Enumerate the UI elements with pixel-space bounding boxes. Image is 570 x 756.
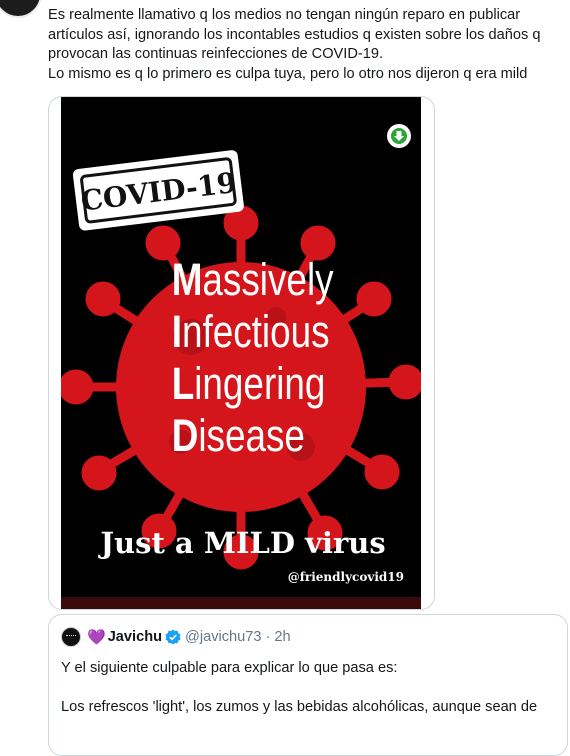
quoted-tweet-time[interactable]: 2h (274, 629, 290, 645)
separator-dot: · (265, 629, 271, 645)
quoted-author-name[interactable]: Javichu (108, 629, 162, 645)
headline-initial: L (172, 359, 195, 409)
download-arrow-icon[interactable] (387, 124, 411, 148)
quoted-author-avatar[interactable] (61, 627, 81, 647)
tweet-text: Es realmente llamativo q los medios no t… (48, 6, 558, 84)
quoted-author-handle[interactable]: @javichu73 (185, 629, 261, 645)
headline-initial: M (172, 255, 203, 305)
tweet-line: Lo mismo es q lo primero es culpa tuya, … (48, 65, 528, 82)
tweet-line: provocan las continuas reinfecciones de … (48, 46, 384, 62)
poster-tagline: Just a MILD virus (97, 526, 385, 560)
author-avatar[interactable] (0, 0, 42, 18)
quoted-tweet-text: Y el siguiente culpable para explicar lo… (61, 659, 556, 737)
headline-line-3: Lingering (172, 359, 326, 409)
headline-rest: ingering (194, 359, 325, 409)
headline-initial: D (172, 411, 199, 461)
verified-badge-icon (165, 629, 181, 645)
headline-rest: nfectious (182, 307, 330, 357)
quoted-tweet-header: 💜 Javichu @javichu73 · 2h (61, 627, 291, 647)
headline-line-1: Massively (172, 255, 334, 305)
headline-rest: isease (198, 411, 305, 461)
quoted-tweet[interactable]: 💜 Javichu @javichu73 · 2h Y el siguiente… (48, 614, 568, 756)
tweet-line: artículos así, ignorando los incontables… (48, 26, 541, 43)
quoted-paragraph: Y el siguiente culpable para explicar lo… (61, 660, 398, 676)
headline-line-2: Infectious (172, 307, 330, 357)
headline-line-4: Disease (172, 411, 305, 461)
purple-heart-icon: 💜 (87, 629, 106, 646)
poster-artwork: COVID-19 Massively Infectious Lingering … (61, 97, 421, 609)
quoted-paragraph: Los refrescos 'light', los zumos y las b… (61, 699, 538, 715)
tweet-line: Es realmente llamativo q los medios no t… (48, 7, 521, 23)
poster-credit: @friendlycovid19 (288, 570, 404, 584)
headline-initial: I (172, 307, 182, 357)
covid-poster: COVID-19 Massively Infectious Lingering … (61, 97, 421, 609)
tweet-media-image[interactable]: COVID-19 Massively Infectious Lingering … (48, 96, 435, 610)
headline-rest: assively (202, 255, 334, 305)
